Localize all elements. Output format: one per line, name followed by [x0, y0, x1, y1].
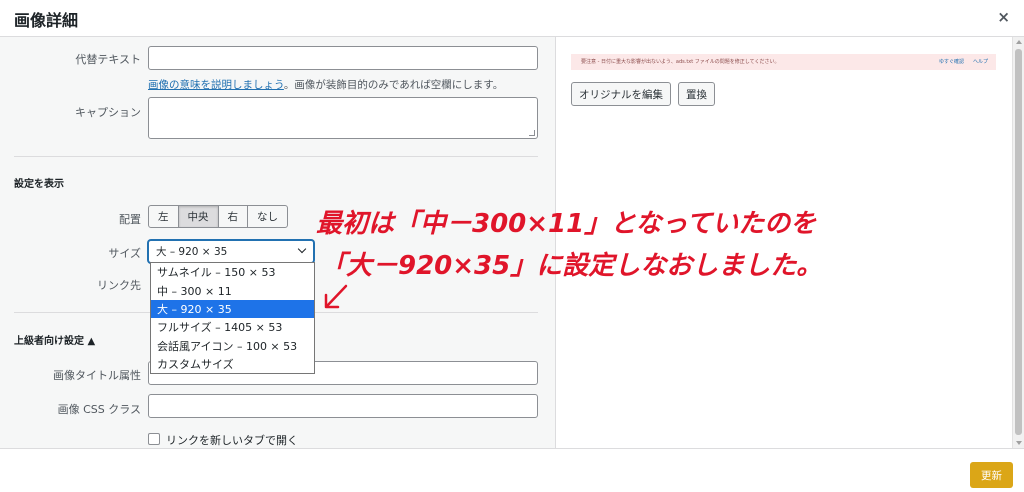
divider — [14, 156, 538, 157]
size-option-large[interactable]: 大 – 920 × 35 — [151, 299, 314, 319]
notice-help-link[interactable]: ヘルプ — [973, 58, 988, 65]
annotation-line-2: 「大－920×35」に設定しなおしました。 — [320, 251, 823, 281]
replace-button[interactable]: 置換 — [678, 82, 715, 106]
align-none-button[interactable]: なし — [247, 205, 288, 228]
annotation-arrow-icon — [324, 284, 348, 309]
alt-text-help-link[interactable]: 画像の意味を説明しましょう — [148, 79, 284, 91]
link-to-label: リンク先 — [97, 279, 141, 292]
alignment-button-group: 左 中央 右 なし — [148, 205, 288, 228]
size-select[interactable]: 大 – 920 × 35 — [148, 240, 314, 263]
size-dropdown-list: サムネイル – 150 × 53 中 – 300 × 11 大 – 920 × … — [150, 262, 315, 375]
css-class-label: 画像 CSS クラス — [57, 403, 141, 416]
notice-link[interactable]: ゆすぐ確認 — [939, 58, 964, 65]
scrollbar-thumb[interactable] — [1015, 49, 1022, 435]
size-option-chat-icon[interactable]: 会話風アイコン – 100 × 53 — [151, 337, 314, 355]
size-option-full[interactable]: フルサイズ – 1405 × 53 — [151, 318, 314, 336]
edit-original-button[interactable]: オリジナルを編集 — [571, 82, 671, 106]
alignment-label: 配置 — [119, 213, 141, 226]
modal-title: 画像詳細 — [14, 11, 79, 30]
attachment-settings-panel: 代替テキスト 画像の意味を説明しましょう。画像が装飾目的のみであれば空欄にします… — [0, 37, 556, 448]
annotation-line-1: 最初は「中－300×11」となっていたのを — [316, 209, 817, 239]
alt-text-input[interactable] — [148, 46, 538, 70]
error-notice: 要注意 - 日付に重大な影響が出ないよう、ads.txt ファイルの問題を修正し… — [571, 54, 996, 70]
alt-text-help: 画像の意味を説明しましょう。画像が装飾目的のみであれば空欄にします。 — [148, 79, 504, 91]
scroll-up-icon[interactable] — [1016, 40, 1022, 44]
align-center-button[interactable]: 中央 — [177, 205, 219, 228]
size-label: サイズ — [108, 247, 141, 260]
notice-text: 要注意 - 日付に重大な影響が出ないよう、ads.txt ファイルの問題を修正し… — [581, 59, 780, 65]
size-option-thumbnail[interactable]: サムネイル – 150 × 53 — [151, 263, 314, 281]
advanced-settings-toggle[interactable]: 上級者向け設定 ▲ — [14, 332, 95, 347]
size-option-custom[interactable]: カスタムサイズ — [151, 355, 314, 373]
modal-header: 画像詳細 × — [0, 0, 1024, 37]
size-select-value: 大 – 920 × 35 — [156, 246, 228, 258]
align-left-button[interactable]: 左 — [148, 205, 179, 228]
scrollbar[interactable] — [1012, 37, 1024, 448]
alt-text-label: 代替テキスト — [75, 53, 141, 66]
modal-footer: 更新 — [0, 448, 1024, 492]
css-class-input[interactable] — [148, 394, 538, 418]
size-option-medium[interactable]: 中 – 300 × 11 — [151, 281, 314, 299]
resize-handle[interactable] — [529, 130, 535, 136]
image-title-label: 画像タイトル属性 — [53, 369, 141, 382]
display-settings-title: 設定を表示 — [14, 179, 64, 190]
new-tab-label: リンクを新しいタブで開く — [166, 434, 298, 447]
image-preview-panel: 要注意 - 日付に重大な影響が出ないよう、ads.txt ファイルの問題を修正し… — [557, 37, 1012, 448]
caption-textarea[interactable] — [148, 97, 538, 139]
new-tab-checkbox[interactable] — [148, 433, 160, 445]
update-button[interactable]: 更新 — [970, 462, 1013, 488]
align-right-button[interactable]: 右 — [217, 205, 248, 228]
caption-label: キャプション — [75, 106, 141, 119]
scroll-down-icon[interactable] — [1016, 441, 1022, 445]
close-icon[interactable]: × — [997, 8, 1010, 26]
chevron-down-icon — [297, 244, 307, 254]
